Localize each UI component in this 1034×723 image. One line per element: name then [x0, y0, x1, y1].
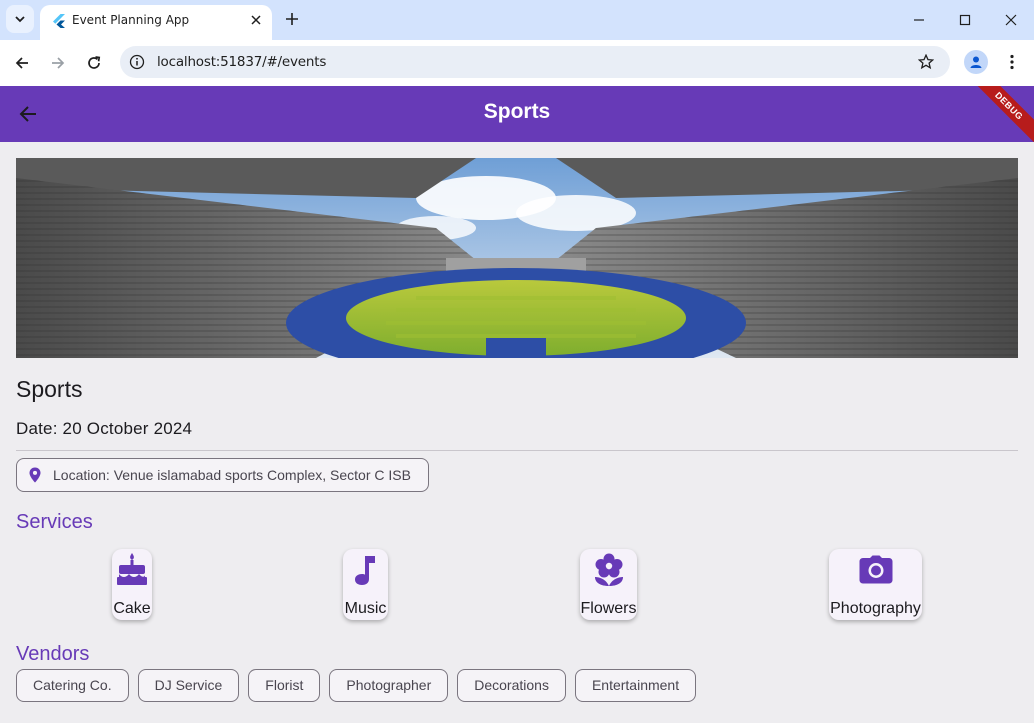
location-text: Location: Venue islamabad sports Complex… — [53, 467, 411, 483]
bookmark-star-icon[interactable] — [916, 52, 936, 72]
url-text: localhost:51837/#/events — [157, 54, 327, 70]
flutter-logo-icon — [53, 14, 65, 28]
flower-icon — [590, 551, 628, 589]
vendor-chip[interactable]: Catering Co. — [16, 669, 129, 702]
music-note-icon — [347, 551, 385, 589]
address-bar[interactable]: localhost:51837/#/events — [120, 46, 950, 78]
camera-icon — [857, 551, 895, 589]
new-tab-button[interactable] — [282, 9, 302, 29]
vendor-chip[interactable]: Florist — [248, 669, 321, 702]
page-title: Sports — [483, 100, 551, 123]
minimize-icon — [914, 19, 924, 21]
minimize-button[interactable] — [896, 6, 942, 34]
site-info-icon[interactable] — [128, 53, 146, 71]
vendor-chip[interactable]: Photographer — [329, 669, 449, 702]
tab-title: Event Planning App — [72, 13, 190, 27]
service-music[interactable]: Music — [343, 549, 388, 620]
event-date: Date: 20 October 2024 — [16, 419, 193, 438]
browser-tab-bar: Event Planning App — [0, 0, 1034, 40]
browser-tab[interactable]: Event Planning App — [40, 5, 272, 40]
service-label: Music — [344, 600, 387, 617]
arrow-left-icon — [15, 57, 28, 69]
reload-button[interactable] — [79, 48, 109, 78]
close-tab-icon[interactable] — [248, 12, 264, 28]
close-icon — [1005, 14, 1017, 26]
service-label: Photography — [830, 600, 921, 617]
person-icon — [970, 56, 982, 68]
service-photography[interactable]: Photography — [829, 549, 922, 620]
services-heading: Services — [16, 511, 93, 533]
tab-search-button[interactable] — [6, 5, 34, 33]
location-pin-icon — [29, 467, 41, 483]
profile-avatar[interactable] — [964, 50, 988, 74]
browser-menu-button[interactable] — [1002, 50, 1022, 74]
service-label: Flowers — [580, 600, 637, 617]
plus-icon — [286, 13, 298, 25]
divider — [16, 450, 1018, 451]
maximize-button[interactable] — [942, 6, 988, 34]
browser-toolbar: localhost:51837/#/events — [0, 40, 1034, 86]
vendor-chip[interactable]: DJ Service — [137, 669, 240, 702]
vendor-chip[interactable]: Entertainment — [574, 669, 697, 702]
more-vert-icon — [1010, 54, 1014, 70]
close-window-button[interactable] — [988, 6, 1034, 34]
vendor-chip[interactable]: Decorations — [457, 669, 566, 702]
back-button[interactable] — [7, 48, 37, 78]
event-hero-image — [16, 158, 1018, 358]
vendors-heading: Vendors — [16, 643, 90, 665]
location-chip[interactable]: Location: Venue islamabad sports Complex… — [16, 458, 429, 492]
reload-icon — [88, 56, 101, 69]
arrow-right-icon — [52, 57, 65, 69]
cake-icon — [113, 551, 151, 589]
maximize-icon — [959, 14, 971, 26]
service-cake[interactable]: Cake — [112, 549, 152, 620]
event-name: Sports — [16, 376, 83, 402]
forward-button[interactable] — [43, 48, 73, 78]
chevron-down-icon — [15, 16, 25, 23]
app-bar: Sports DEBUG — [0, 86, 1034, 142]
service-flowers[interactable]: Flowers — [580, 549, 637, 620]
vendor-chips: Catering Co. DJ Service Florist Photogra… — [16, 669, 697, 702]
service-label: Cake — [113, 600, 151, 617]
